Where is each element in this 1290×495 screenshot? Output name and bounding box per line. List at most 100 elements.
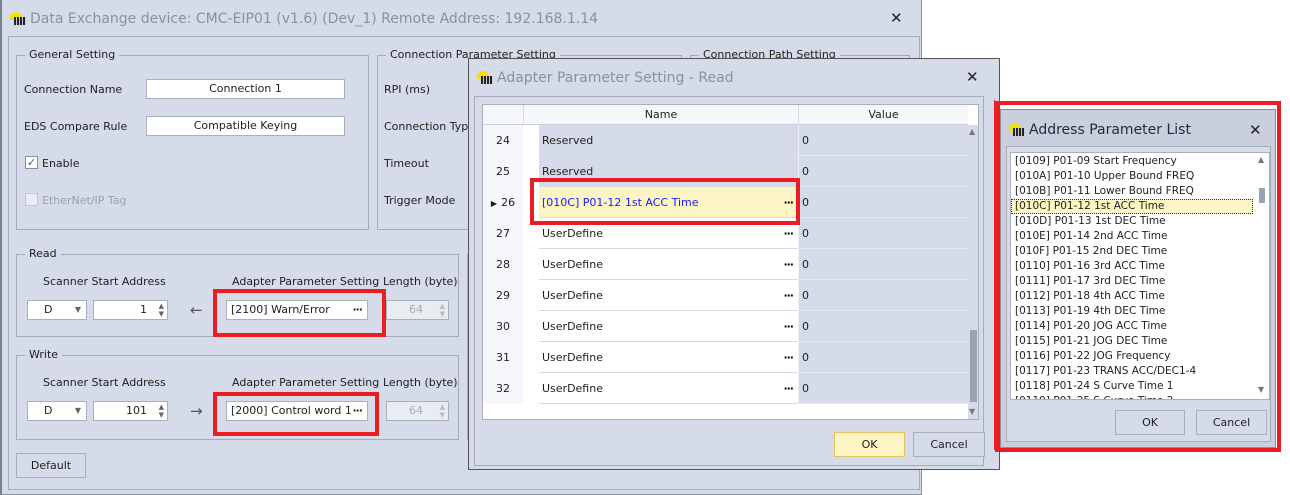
- column-value[interactable]: Value: [798, 105, 968, 125]
- list-item[interactable]: [0115] P01-21 JOG DEC Time: [1011, 334, 1253, 349]
- listbox-scrollbar[interactable]: ▲ ▼: [1255, 153, 1269, 399]
- list-item[interactable]: [0112] P01-18 4th ACC Time: [1011, 289, 1253, 304]
- value-cell[interactable]: 0: [798, 156, 968, 187]
- list-item[interactable]: [0111] P01-17 3rd DEC Time: [1011, 274, 1253, 289]
- parameter-grid: Name Value 24 Reserved 0 25 Reserved 0 ▶ 26…: [482, 104, 979, 420]
- write-device-select[interactable]: D ▼: [27, 401, 87, 421]
- list-item[interactable]: [0114] P01-20 JOG ACC Time: [1011, 319, 1253, 334]
- table-row[interactable]: 30 UserDefine ··· 0: [483, 311, 968, 342]
- highlight-box: [213, 392, 379, 436]
- list-item[interactable]: [0116] P01-22 JOG Frequency: [1011, 349, 1253, 364]
- value-cell[interactable]: 0: [798, 249, 968, 280]
- name-cell[interactable]: UserDefine ···: [539, 249, 798, 280]
- ellipsis-button[interactable]: ···: [783, 249, 794, 280]
- close-button[interactable]: ✕: [966, 68, 979, 86]
- list-item[interactable]: [010D] P01-13 1st DEC Time: [1011, 214, 1253, 229]
- spin-icon: ▲ ▼: [158, 302, 164, 318]
- arrow-right-icon: →: [190, 402, 203, 420]
- row-number: 27: [483, 218, 523, 249]
- row-number: 25: [483, 156, 523, 187]
- window-title: Data Exchange device: CMC-EIP01 (v1.6) (…: [10, 10, 598, 27]
- ok-button[interactable]: OK: [834, 432, 905, 457]
- row-number: 24: [483, 125, 523, 156]
- table-row[interactable]: 32 UserDefine ··· 0: [483, 373, 968, 404]
- value-cell[interactable]: 0: [798, 342, 968, 373]
- read-scanner-label: Scanner Start Address: [43, 275, 166, 288]
- ellipsis-button[interactable]: ···: [783, 373, 794, 404]
- app-icon: [477, 69, 494, 84]
- write-length-stepper[interactable]: 64 ▲ ▼: [386, 401, 449, 421]
- list-item[interactable]: [010F] P01-15 2nd DEC Time: [1011, 244, 1253, 259]
- column-name[interactable]: Name: [523, 105, 798, 125]
- cancel-button[interactable]: Cancel: [913, 432, 985, 457]
- ethernet-ip-tag-label: EtherNet/IP Tag: [42, 194, 127, 207]
- table-row[interactable]: 29 UserDefine ··· 0: [483, 280, 968, 311]
- write-adapter-label: Adapter Parameter Setting: [232, 376, 380, 389]
- table-row[interactable]: 28 UserDefine ··· 0: [483, 249, 968, 280]
- value-cell[interactable]: 0: [798, 218, 968, 249]
- scroll-thumb[interactable]: [970, 330, 977, 402]
- dialog-title: Address Parameter List: [1009, 121, 1191, 138]
- value-cell[interactable]: 0: [798, 125, 968, 156]
- ellipsis-button[interactable]: ···: [783, 280, 794, 311]
- connection-name-field[interactable]: Connection 1: [146, 79, 345, 99]
- app-icon: [1009, 121, 1026, 136]
- chevron-down-icon: ▼: [74, 406, 81, 415]
- list-item[interactable]: [010C] P01-12 1st ACC Time: [1011, 199, 1253, 214]
- table-row[interactable]: 24 Reserved 0: [483, 125, 968, 156]
- row-number: 28: [483, 249, 523, 280]
- value-cell[interactable]: 0: [798, 373, 968, 404]
- row-number: 31: [483, 342, 523, 373]
- close-button[interactable]: ✕: [1249, 121, 1262, 139]
- eds-compare-label: EDS Compare Rule: [24, 120, 128, 133]
- ethernet-ip-tag-checkbox[interactable]: [25, 193, 38, 206]
- read-device-select[interactable]: D ▼: [27, 300, 87, 320]
- default-button[interactable]: Default: [16, 453, 86, 478]
- table-row[interactable]: 31 UserDefine ··· 0: [483, 342, 968, 373]
- value-cell[interactable]: 0: [798, 187, 968, 218]
- trigger-mode-label: Trigger Mode: [384, 194, 456, 207]
- row-number: ▶ 26: [483, 187, 523, 218]
- grid-scrollbar[interactable]: ▲ ▼: [968, 125, 978, 419]
- list-item[interactable]: [0109] P01-09 Start Frequency: [1011, 154, 1253, 169]
- close-button[interactable]: ✕: [890, 9, 903, 27]
- list-item[interactable]: [0110] P01-16 3rd ACC Time: [1011, 259, 1253, 274]
- row-number: 30: [483, 311, 523, 342]
- value-cell[interactable]: 0: [798, 280, 968, 311]
- list-item[interactable]: [010A] P01-10 Upper Bound FREQ: [1011, 169, 1253, 184]
- read-adapter-label: Adapter Parameter Setting: [232, 275, 380, 288]
- list-item[interactable]: [0113] P01-19 4th DEC Time: [1011, 304, 1253, 319]
- enable-checkbox[interactable]: ✓: [25, 156, 38, 169]
- ellipsis-button[interactable]: ···: [783, 342, 794, 373]
- grid-header: Name Value: [483, 105, 968, 125]
- app-icon: [10, 10, 27, 25]
- dialog-title: Adapter Parameter Setting - Read: [477, 69, 734, 86]
- highlight-box: [530, 178, 800, 225]
- read-address-stepper[interactable]: 1 ▲ ▼: [93, 300, 168, 320]
- enable-label: Enable: [42, 157, 80, 170]
- eds-compare-field[interactable]: Compatible Keying: [146, 116, 345, 136]
- name-cell[interactable]: Reserved: [539, 125, 798, 156]
- list-item[interactable]: [010B] P01-11 Lower Bound FREQ: [1011, 184, 1253, 199]
- connection-type-label: Connection Type: [384, 120, 476, 133]
- name-cell[interactable]: UserDefine ···: [539, 373, 798, 404]
- list-item[interactable]: [0119] P01-25 S Curve Time 2: [1011, 394, 1253, 399]
- read-length-stepper[interactable]: 64 ▲ ▼: [386, 300, 449, 320]
- value-cell[interactable]: 0: [798, 311, 968, 342]
- row-number: 32: [483, 373, 523, 404]
- highlight-box: [213, 289, 386, 337]
- list-item[interactable]: [0117] P01-23 TRANS ACC/DEC1-4: [1011, 364, 1253, 379]
- name-cell[interactable]: UserDefine ···: [539, 311, 798, 342]
- list-item[interactable]: [0118] P01-24 S Curve Time 1: [1011, 379, 1253, 394]
- name-cell[interactable]: UserDefine ···: [539, 342, 798, 373]
- scroll-thumb[interactable]: [1259, 188, 1265, 203]
- list-item[interactable]: [010E] P01-14 2nd ACC Time: [1011, 229, 1253, 244]
- write-address-stepper[interactable]: 101 ▲ ▼: [93, 401, 168, 421]
- ellipsis-button[interactable]: ···: [783, 311, 794, 342]
- rpi-label: RPI (ms): [384, 83, 431, 96]
- timeout-label: Timeout: [384, 157, 429, 170]
- address-ok-button[interactable]: OK: [1115, 410, 1185, 435]
- address-listbox[interactable]: [0109] P01-09 Start Frequency [010A] P01-…: [1010, 152, 1270, 400]
- address-cancel-button[interactable]: Cancel: [1196, 410, 1267, 435]
- name-cell[interactable]: UserDefine ···: [539, 280, 798, 311]
